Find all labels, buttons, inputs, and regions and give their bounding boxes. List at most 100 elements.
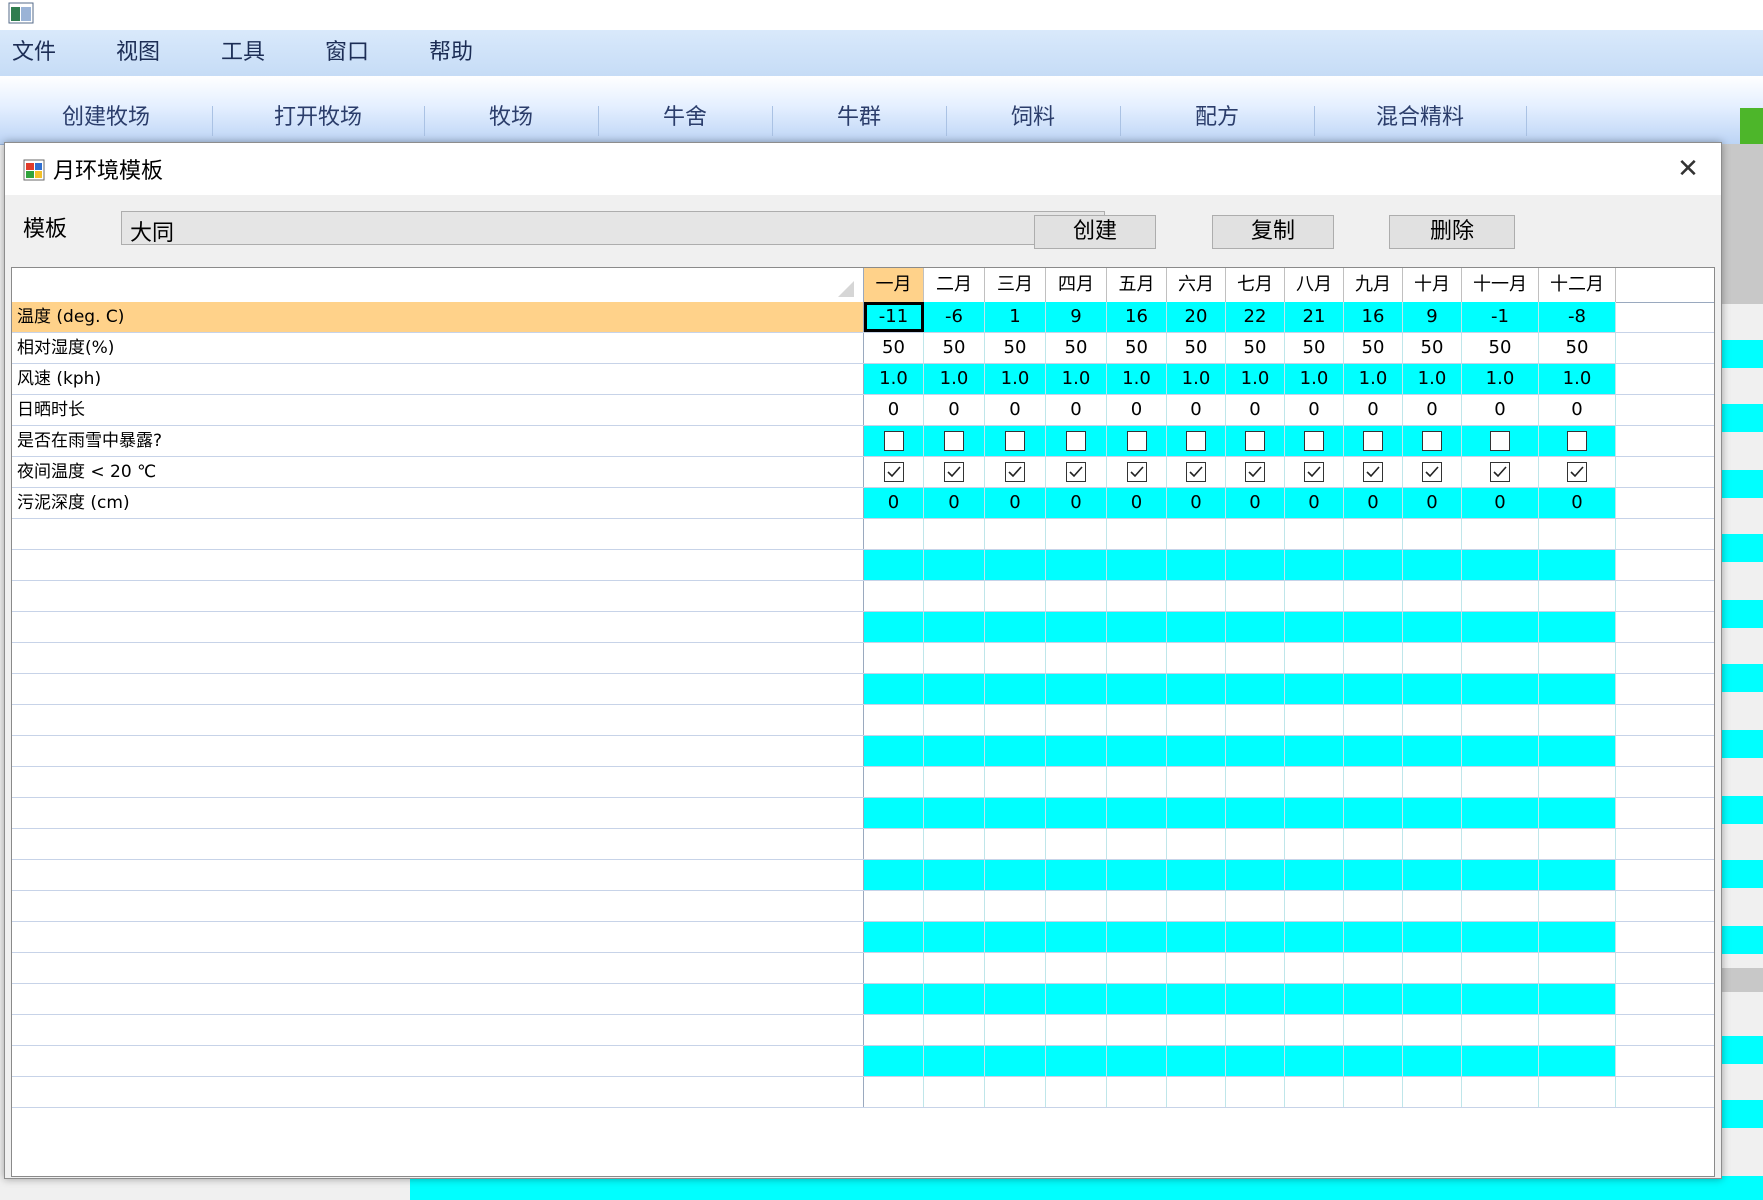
grid-cell[interactable] [1403,984,1462,1014]
grid-cell[interactable]: 50 [1167,333,1226,363]
grid-cell[interactable] [1462,426,1539,456]
grid-cell[interactable]: 0 [1285,488,1344,518]
grid-cell[interactable] [1226,829,1285,859]
grid-cell[interactable] [985,984,1046,1014]
grid-cell[interactable] [1462,519,1539,549]
grid-cell[interactable]: 0 [1344,488,1403,518]
grid-cell[interactable]: 50 [1344,333,1403,363]
grid-cell[interactable] [1403,643,1462,673]
grid-cell[interactable] [1285,922,1344,952]
grid-cell[interactable] [1226,612,1285,642]
grid-cell[interactable] [1167,550,1226,580]
grid-cell[interactable]: 1.0 [1167,364,1226,394]
grid-cell[interactable] [864,798,924,828]
table-row[interactable] [12,1077,1714,1108]
grid-cell[interactable] [1403,1077,1462,1107]
grid-cell[interactable] [924,674,985,704]
grid-cell[interactable] [1403,674,1462,704]
grid-cell[interactable] [1046,736,1107,766]
grid-cell[interactable] [1107,643,1167,673]
grid-cell[interactable]: 0 [1046,488,1107,518]
grid-cell[interactable]: 1.0 [1285,364,1344,394]
grid-cell[interactable] [924,984,985,1014]
grid-cell[interactable] [1226,550,1285,580]
grid-cell[interactable] [1226,736,1285,766]
grid-cell[interactable] [1046,643,1107,673]
grid-cell[interactable]: 0 [1285,395,1344,425]
grid-cell[interactable] [924,829,985,859]
tool-feed[interactable]: 饲料 [946,76,1120,144]
grid-cell[interactable] [985,519,1046,549]
grid-cell[interactable] [1344,457,1403,487]
month-header[interactable]: 九月 [1344,268,1403,302]
grid-cell[interactable] [864,860,924,890]
grid-cell[interactable] [1285,798,1344,828]
grid-cell[interactable] [1539,457,1616,487]
grid-cell[interactable] [1539,891,1616,921]
grid-cell[interactable]: 1.0 [1107,364,1167,394]
grid-cell[interactable] [985,798,1046,828]
grid-cell[interactable] [864,457,924,487]
grid-cell[interactable] [1046,1015,1107,1045]
grid-cell[interactable] [1107,891,1167,921]
grid-cell[interactable] [985,612,1046,642]
grid-cell[interactable] [1107,829,1167,859]
grid-cell[interactable] [1285,953,1344,983]
grid-cell[interactable] [864,953,924,983]
grid-cell[interactable] [1167,829,1226,859]
table-row[interactable]: 夜间温度 < 20 ℃ [12,457,1714,488]
grid-cell[interactable] [1046,457,1107,487]
grid-cell[interactable]: 0 [1539,395,1616,425]
grid-cell[interactable] [1344,829,1403,859]
grid-cell[interactable]: 0 [1539,488,1616,518]
grid-cell[interactable] [1167,1046,1226,1076]
grid-cell[interactable] [1539,829,1616,859]
month-header[interactable]: 五月 [1107,268,1167,302]
grid-cell[interactable] [1226,457,1285,487]
grid-cell[interactable] [924,612,985,642]
grid-cell[interactable] [1107,612,1167,642]
tool-open-ranch[interactable]: 打开牧场 [212,76,424,144]
grid-cell[interactable] [1403,1046,1462,1076]
grid-cell[interactable] [1403,457,1462,487]
checkbox-checked[interactable] [1005,462,1025,482]
grid-cell[interactable] [1046,426,1107,456]
table-row[interactable] [12,860,1714,891]
grid-cell[interactable] [1046,612,1107,642]
grid-cell[interactable] [1539,767,1616,797]
table-row[interactable]: 温度 (deg. C) -11 -6 1 9 16 20 22 21 16 9 -1 -8 [12,302,1714,333]
table-row[interactable]: 是否在雨雪中暴露? [12,426,1714,457]
grid-cell[interactable] [1462,736,1539,766]
grid-cell[interactable]: 0 [1344,395,1403,425]
checkbox-checked[interactable] [1126,462,1147,482]
grid-cell[interactable] [924,1015,985,1045]
grid-cell[interactable] [1403,519,1462,549]
grid-cell[interactable] [1539,860,1616,890]
grid-cell[interactable] [1539,674,1616,704]
table-row[interactable] [12,705,1714,736]
grid-cell[interactable]: -1 [1462,302,1539,332]
checkbox-checked[interactable] [1490,462,1510,482]
grid-cell[interactable] [1462,984,1539,1014]
grid-cell[interactable] [1167,612,1226,642]
grid-cell[interactable] [1539,953,1616,983]
grid-cell[interactable] [864,1077,924,1107]
grid-cell[interactable] [1046,953,1107,983]
table-row[interactable] [12,922,1714,953]
grid-cell[interactable] [924,550,985,580]
table-row[interactable] [12,767,1714,798]
grid-cell[interactable] [1226,674,1285,704]
grid-cell[interactable] [1539,426,1616,456]
grid-cell[interactable]: 0 [985,395,1046,425]
grid-cell[interactable] [1403,860,1462,890]
grid-cell[interactable] [1285,674,1344,704]
grid-cell[interactable] [1403,736,1462,766]
grid-cell[interactable] [1226,891,1285,921]
tool-create-ranch[interactable]: 创建牧场 [0,76,212,144]
grid-cell[interactable] [924,457,985,487]
grid-cell[interactable] [1462,581,1539,611]
grid-cell[interactable] [1226,984,1285,1014]
month-header[interactable]: 四月 [1046,268,1107,302]
grid-cell[interactable] [1462,674,1539,704]
grid-cell[interactable] [1344,891,1403,921]
